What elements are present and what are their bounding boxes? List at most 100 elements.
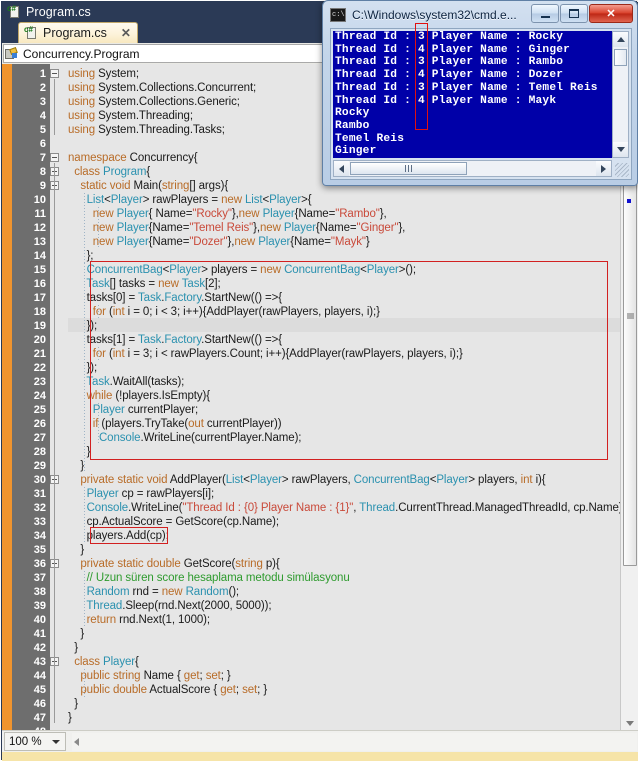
code-line[interactable]: cp.ActualScore = GetScore(cp.Name); xyxy=(68,515,280,529)
scroll-down-button[interactable] xyxy=(613,142,628,157)
code-line[interactable]: } xyxy=(68,543,84,557)
line-number: 24 xyxy=(33,390,46,402)
code-line[interactable]: public double ActualScore { get; set; } xyxy=(68,683,267,697)
code-line[interactable]: private static double GetScore(string p)… xyxy=(68,557,279,571)
line-number: 44 xyxy=(33,670,46,682)
line-number: 20 xyxy=(33,334,46,346)
code-line[interactable]: }); xyxy=(68,361,98,375)
line-number: 29 xyxy=(33,460,46,472)
editor-status-bar: 100 % xyxy=(2,730,638,752)
line-number: 1 xyxy=(39,68,46,80)
code-line[interactable]: for (int i = 0; i < 3; i++){AddPlayer(ra… xyxy=(68,305,380,319)
code-line[interactable]: while (!players.IsEmpty){ xyxy=(68,389,211,403)
code-line[interactable]: List<Player> rawPlayers = new List<Playe… xyxy=(68,193,312,207)
code-line[interactable]: Random rnd = new Random(); xyxy=(68,585,240,599)
code-line[interactable]: ConcurrentBag<Player> players = new Conc… xyxy=(68,263,416,277)
code-line[interactable]: for (int i = 3; i < rawPlayers.Count; i+… xyxy=(68,347,463,361)
code-line[interactable]: using System.Collections.Concurrent; xyxy=(68,81,256,95)
line-number: 13 xyxy=(33,236,46,248)
scroll-left-button[interactable] xyxy=(334,161,349,176)
console-output-line: Thread Id : 3 Player Name : Rambo xyxy=(335,56,564,69)
line-number: 27 xyxy=(33,432,46,444)
console-icon xyxy=(330,8,346,22)
code-line[interactable]: } xyxy=(68,459,84,473)
code-line[interactable]: }); xyxy=(68,319,98,333)
code-line[interactable]: new Player{Name="Dozer"},new Player{Name… xyxy=(68,235,370,249)
code-line[interactable]: new Player{ Name="Rocky"},new Player{Nam… xyxy=(68,207,387,221)
scroll-right-button[interactable] xyxy=(596,161,611,176)
code-line[interactable]: if (players.TryTake(out currentPlayer)) xyxy=(68,417,282,431)
line-number: 45 xyxy=(33,684,46,696)
maximize-button[interactable] xyxy=(560,4,588,23)
minimize-button[interactable] xyxy=(531,4,559,23)
line-number: 4 xyxy=(39,110,46,122)
chevron-down-icon[interactable] xyxy=(626,721,634,726)
outlining-column[interactable] xyxy=(50,64,68,730)
console-output-line: Thread Id : 3 Player Name : Temel Reis xyxy=(335,81,598,94)
console-vertical-scrollbar[interactable] xyxy=(612,31,629,158)
code-line[interactable]: static void Main(string[] args){ xyxy=(68,179,228,193)
code-line[interactable]: Player currentPlayer; xyxy=(68,403,198,417)
editor-horizontal-scrollbar[interactable] xyxy=(72,732,637,751)
code-line[interactable]: using System; xyxy=(68,67,139,81)
code-line[interactable]: new Player{Name="Temel Reis"},new Player… xyxy=(68,221,406,235)
console-horizontal-scrollbar[interactable] xyxy=(333,160,612,177)
console-title-label: C:\Windows\system32\cmd.e... xyxy=(352,8,517,22)
code-line[interactable]: class Player{ xyxy=(68,655,139,669)
console-output[interactable]: Thread Id : 3 Player Name : Rocky Thread … xyxy=(333,31,612,158)
code-line[interactable]: using System.Collections.Generic; xyxy=(68,95,240,109)
line-number: 40 xyxy=(33,614,46,626)
code-line[interactable]: Task[] tasks = new Task[2]; xyxy=(68,277,220,291)
command-prompt-window[interactable]: C:\Windows\system32\cmd.e... ✕ Thread Id… xyxy=(322,0,638,186)
code-line[interactable]: private static void AddPlayer(List<Playe… xyxy=(68,473,545,487)
code-line[interactable]: Console.WriteLine(currentPlayer.Name); xyxy=(68,431,302,445)
csharp-tab-icon: c# xyxy=(24,26,38,40)
console-hscrollbar-thumb[interactable] xyxy=(350,162,467,175)
close-icon[interactable]: ✕ xyxy=(121,26,131,40)
console-output-line: Thread Id : 3 Player Name : Rocky xyxy=(335,31,564,43)
line-number: 21 xyxy=(33,348,46,360)
line-number: 15 xyxy=(33,264,46,276)
chevron-left-icon[interactable] xyxy=(74,737,79,746)
change-indicator-bar xyxy=(2,64,12,730)
indent-guide xyxy=(84,669,85,697)
outlining-guide xyxy=(54,667,55,709)
line-number: 35 xyxy=(33,544,46,556)
code-line[interactable]: using System.Threading; xyxy=(68,109,193,123)
collapse-toggle-icon[interactable] xyxy=(50,153,59,162)
tab-program-cs[interactable]: c# Program.cs ✕ xyxy=(18,22,138,43)
chevron-right-icon xyxy=(601,164,606,173)
line-number: 3 xyxy=(39,96,46,108)
code-line[interactable]: public string Name { get; set; } xyxy=(68,669,230,683)
console-scrollbar-thumb[interactable] xyxy=(614,49,627,66)
code-line[interactable]: } xyxy=(68,641,78,655)
code-line[interactable]: Thread.Sleep(rnd.Next(2000, 5000)); xyxy=(68,599,271,613)
console-output-line: Temel Reis xyxy=(335,132,405,145)
code-line[interactable]: namespace Concurrency{ xyxy=(68,151,198,165)
code-line[interactable]: Player cp = rawPlayers[i]; xyxy=(68,487,215,501)
outlining-guide xyxy=(54,485,55,555)
chevron-down-icon[interactable] xyxy=(52,739,60,744)
code-line[interactable]: // Uzun süren score hesaplama metodu sim… xyxy=(68,571,350,585)
indent-guide xyxy=(98,207,99,249)
scroll-up-button[interactable] xyxy=(613,32,628,47)
code-line[interactable]: tasks[0] = Task.Factory.StartNew(() =>{ xyxy=(68,291,283,305)
resize-grip-icon[interactable] xyxy=(615,163,629,177)
code-line[interactable]: } xyxy=(68,711,72,725)
zoom-level-dropdown[interactable]: 100 % xyxy=(4,732,66,751)
code-line[interactable]: return rnd.Next(1, 1000); xyxy=(68,613,211,627)
close-button[interactable]: ✕ xyxy=(589,4,633,23)
code-line[interactable]: Console.WriteLine("Thread Id : {0} Playe… xyxy=(68,501,620,515)
collapse-toggle-icon[interactable] xyxy=(50,69,59,78)
code-line[interactable]: using System.Threading.Tasks; xyxy=(68,123,225,137)
code-line[interactable]: } xyxy=(68,445,91,459)
console-title-bar[interactable]: C:\Windows\system32\cmd.e... ✕ xyxy=(323,1,637,29)
code-line[interactable]: } xyxy=(68,697,78,711)
code-line[interactable]: tasks[1] = Task.Factory.StartNew(() =>{ xyxy=(68,333,283,347)
code-line[interactable]: Task.WaitAll(tasks); xyxy=(68,375,184,389)
minimize-icon xyxy=(540,15,550,18)
console-output-line: Ginger xyxy=(335,145,377,158)
code-line[interactable]: } xyxy=(68,627,84,641)
code-line[interactable]: }; xyxy=(68,249,94,263)
code-line[interactable]: class Program{ xyxy=(68,165,150,179)
